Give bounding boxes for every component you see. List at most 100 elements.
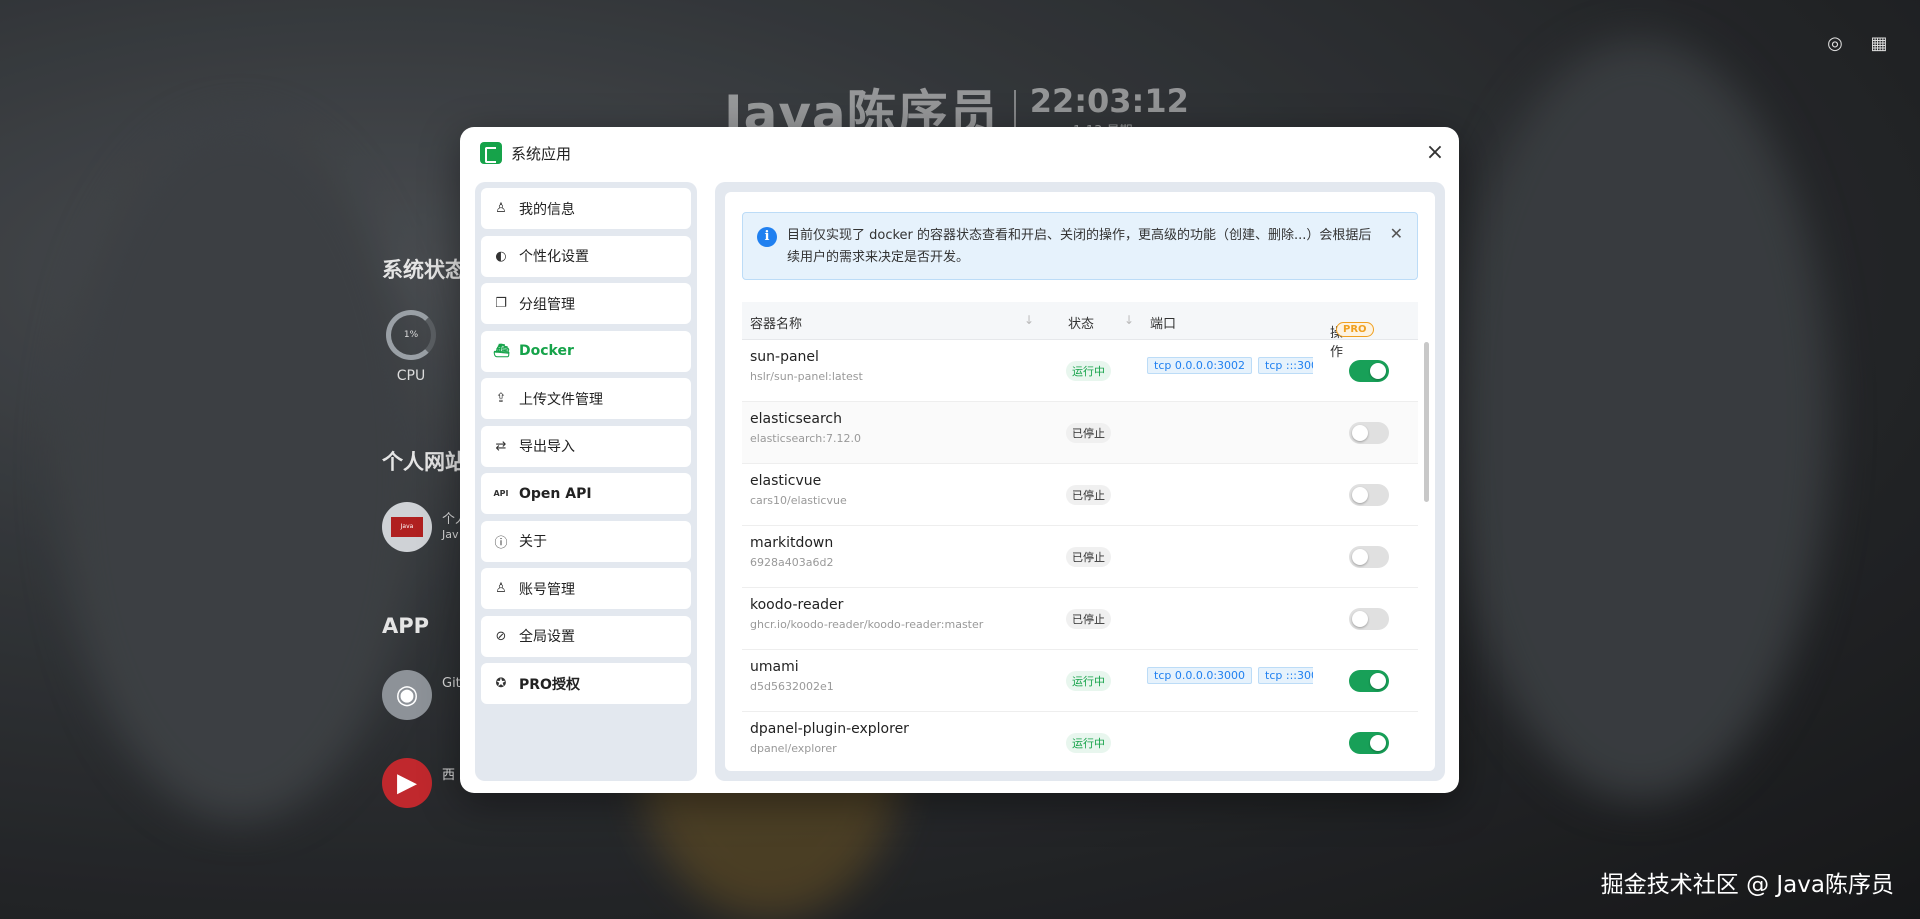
site-logo-icon: Java xyxy=(391,517,423,537)
docker-icon: ⛴ xyxy=(493,343,510,359)
sidebar-item-uploads[interactable]: ⇪ 上传文件管理 xyxy=(481,378,691,419)
container-image: hslr/sun-panel:latest xyxy=(750,370,863,383)
docker-panel: i 目前仅实现了 docker 的容器状态查看和开启、关闭的操作，更高级的功能（… xyxy=(715,182,1445,781)
sidebar-item-label: 关于 xyxy=(519,534,547,550)
container-name: elasticsearch xyxy=(750,411,842,427)
container-toggle[interactable] xyxy=(1349,484,1389,506)
status-badge: 已停止 xyxy=(1066,485,1111,505)
container-toggle[interactable] xyxy=(1349,732,1389,754)
sidebar-item-label: 导出导入 xyxy=(519,439,575,455)
container-name: sun-panel xyxy=(750,349,819,365)
container-image: cars10/elasticvue xyxy=(750,494,847,507)
api-icon: API xyxy=(493,489,509,498)
sidebar-item-accounts[interactable]: ♙ 账号管理 xyxy=(481,568,691,609)
col-header-status[interactable]: 状态 xyxy=(1068,313,1094,332)
table-header: 容器名称 ↓ 状态 ↓ 端口 操作PRO xyxy=(742,302,1418,360)
sidebar-item-label: Open API xyxy=(519,485,592,502)
sidebar-item-label: 分组管理 xyxy=(519,296,575,313)
port-tag: tcp :::3002 xyxy=(1258,357,1313,374)
sidebar-item-personalize[interactable]: ◐ 个性化设置 xyxy=(481,235,691,277)
sidebar-item-label: PRO授权 xyxy=(519,676,580,693)
port-tag: tcp 0.0.0.0:3002 xyxy=(1147,357,1253,374)
export-icon: ⇄ xyxy=(495,438,507,454)
sort-arrow-icon[interactable]: ↓ xyxy=(1024,313,1034,327)
port-tag: tcp :::3000 xyxy=(1258,667,1313,684)
github-icon[interactable]: ◉ xyxy=(382,670,432,720)
table-row: markitdown 6928a403a6d2 已停止 xyxy=(742,526,1418,588)
close-icon[interactable]: × xyxy=(1423,141,1447,165)
table-scrollbar[interactable] xyxy=(1424,342,1429,502)
user-icon: ♙ xyxy=(495,201,507,216)
table-row: umami d5d5632002e1 运行中 tcp 0.0.0.0:3000 … xyxy=(742,650,1418,712)
site-sub: Jav xyxy=(442,528,459,541)
modal-title: 系统应用 xyxy=(511,144,572,163)
cpu-widget: 1% CPU xyxy=(386,310,436,384)
sidebar-item-groups[interactable]: ❐ 分组管理 xyxy=(481,283,691,324)
sidebar-item-my-info[interactable]: ♙ 我的信息 xyxy=(481,188,691,229)
status-badge: 已停止 xyxy=(1066,423,1111,443)
status-badge: 已停止 xyxy=(1066,609,1111,629)
status-badge: 运行中 xyxy=(1066,733,1111,753)
award-icon: ✪ xyxy=(495,676,507,691)
container-name: dpanel-plugin-explorer xyxy=(750,721,909,737)
sidebar-item-pro-license[interactable]: ✪ PRO授权 xyxy=(481,663,691,704)
sidebar-item-open-api[interactable]: API Open API xyxy=(481,473,691,514)
table-row: elasticsearch elasticsearch:7.12.0 已停止 xyxy=(742,402,1418,464)
container-name: elasticvue xyxy=(750,473,822,489)
app-logo-icon xyxy=(480,142,502,164)
cpu-label: CPU xyxy=(396,368,426,384)
sidebar-item-global-settings[interactable]: ⊘ 全局设置 xyxy=(481,615,691,657)
container-image: elasticsearch:7.12.0 xyxy=(750,432,861,445)
alert-close-icon[interactable]: ✕ xyxy=(1390,223,1403,245)
video-app-icon[interactable]: ▶ xyxy=(382,758,432,808)
col-header-name[interactable]: 容器名称 xyxy=(750,313,802,332)
container-toggle[interactable] xyxy=(1349,360,1389,382)
container-name: koodo-reader xyxy=(750,597,844,613)
system-apps-modal: 系统应用 × ♙ 我的信息 ◐ 个性化设置 ❐ 分组管理 ⛴ Docker ⇪ 上传文件管… xyxy=(460,127,1459,793)
clock-time: 22:03:12 xyxy=(1029,81,1189,120)
info-icon: i xyxy=(757,227,777,247)
sidebar-item-export-import[interactable]: ⇄ 导出导入 xyxy=(481,425,691,467)
section-title-sites: 个人网站 xyxy=(382,450,466,474)
col-header-ports: 端口 xyxy=(1150,317,1177,332)
container-toggle[interactable] xyxy=(1349,546,1389,568)
container-name: umami xyxy=(750,659,799,675)
container-toggle[interactable] xyxy=(1349,608,1389,630)
table-row: dpanel-plugin-explorer dpanel/explorer 运… xyxy=(742,712,1418,771)
container-image: ghcr.io/koodo-reader/koodo-reader:master xyxy=(750,618,984,631)
port-tag: tcp 0.0.0.0:3000 xyxy=(1147,667,1253,684)
container-toggle[interactable] xyxy=(1349,422,1389,444)
container-name: markitdown xyxy=(750,535,834,551)
table-row: elasticvue cars10/elasticvue 已停止 xyxy=(742,464,1418,526)
sidebar-item-label: Docker xyxy=(519,343,574,359)
palette-icon: ◐ xyxy=(495,248,507,264)
copy-icon: ❐ xyxy=(495,296,507,311)
status-badge: 已停止 xyxy=(1066,547,1111,567)
table-row: sun-panel hslr/sun-panel:latest 运行中 tcp … xyxy=(742,340,1418,402)
settings-icon: ⊘ xyxy=(495,628,507,644)
globe-icon[interactable]: ◎ xyxy=(1824,33,1846,55)
sidebar-item-about[interactable]: ⓘ 关于 xyxy=(481,520,691,562)
cpu-gauge: 1% xyxy=(386,310,436,360)
site-avatar[interactable]: Java xyxy=(382,502,432,552)
sidebar-item-label: 个性化设置 xyxy=(519,249,589,265)
header-divider xyxy=(1013,90,1016,130)
pro-badge: PRO xyxy=(1336,322,1374,337)
container-toggle[interactable] xyxy=(1349,670,1389,692)
users-icon: ♙ xyxy=(495,581,507,596)
info-alert: i 目前仅实现了 docker 的容器状态查看和开启、关闭的操作，更高级的功能（… xyxy=(742,212,1418,280)
sort-arrow-icon[interactable]: ↓ xyxy=(1124,313,1134,327)
app-label-git: Git xyxy=(442,676,461,691)
container-image: 6928a403a6d2 xyxy=(750,556,834,569)
status-badge: 运行中 xyxy=(1066,361,1111,381)
watermark: 掘金技术社区 @ Java陈序员 xyxy=(1600,872,1894,898)
top-right-icons: ◎ ▦ xyxy=(1824,33,1890,55)
port-list: tcp 0.0.0.0:3000 tcp :::3000 xyxy=(1147,667,1313,684)
grid-icon[interactable]: ▦ xyxy=(1868,33,1890,55)
sidebar-item-label: 全局设置 xyxy=(519,629,575,645)
sidebar-item-docker[interactable]: ⛴ Docker xyxy=(481,330,691,372)
container-image: dpanel/explorer xyxy=(750,742,837,755)
docker-panel-inner: i 目前仅实现了 docker 的容器状态查看和开启、关闭的操作，更高级的功能（… xyxy=(725,192,1435,771)
alert-text: 目前仅实现了 docker 的容器状态查看和开启、关闭的操作，更高级的功能（创建… xyxy=(787,228,1372,265)
status-badge: 运行中 xyxy=(1066,671,1111,691)
